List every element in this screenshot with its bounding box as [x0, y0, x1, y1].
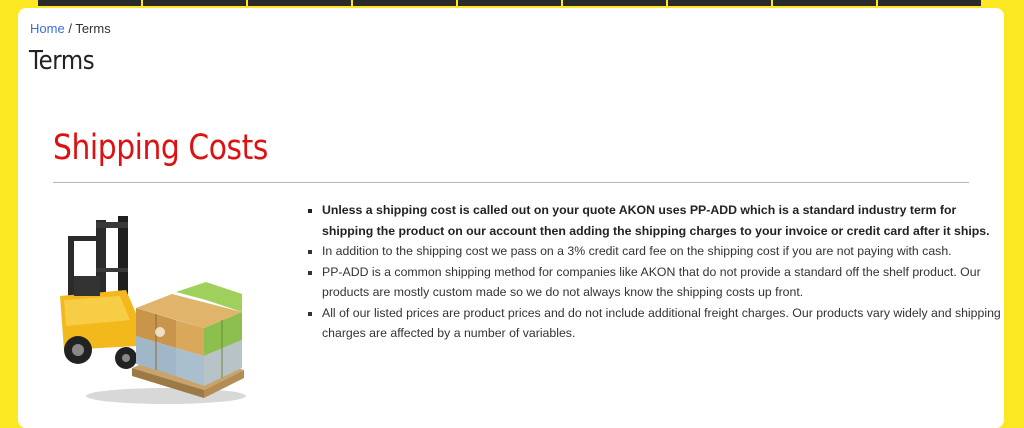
page-title: Terms: [29, 46, 95, 76]
breadcrumb-home-link[interactable]: Home: [30, 21, 65, 36]
shipping-terms-list: Unless a shipping cost is called out on …: [306, 200, 1002, 344]
section-divider: [53, 182, 969, 183]
breadcrumb-current: Terms: [75, 21, 111, 36]
list-item: Unless a shipping cost is called out on …: [322, 200, 1002, 241]
nav-tab[interactable]: [38, 0, 141, 6]
list-item: PP-ADD is a common shipping method for c…: [322, 262, 1002, 303]
nav-tab[interactable]: [878, 0, 981, 6]
breadcrumb-separator: /: [68, 21, 72, 36]
nav-tab[interactable]: [773, 0, 876, 6]
list-item: All of our listed prices are product pri…: [322, 303, 1002, 344]
content-panel: Home / Terms Terms Shipping Costs ▪ Unle…: [18, 8, 1004, 428]
top-navigation: [38, 0, 983, 6]
nav-tab[interactable]: [353, 0, 456, 6]
forklift-with-boxes-icon: [60, 216, 246, 404]
nav-tab[interactable]: [668, 0, 771, 6]
section-title: Shipping Costs: [53, 128, 268, 168]
nav-tab[interactable]: [248, 0, 351, 6]
breadcrumb: Home / Terms: [30, 21, 111, 36]
nav-tab[interactable]: [143, 0, 246, 6]
nav-tab[interactable]: [563, 0, 666, 6]
nav-tab[interactable]: [458, 0, 561, 6]
list-item: In addition to the shipping cost we pass…: [322, 241, 1002, 262]
